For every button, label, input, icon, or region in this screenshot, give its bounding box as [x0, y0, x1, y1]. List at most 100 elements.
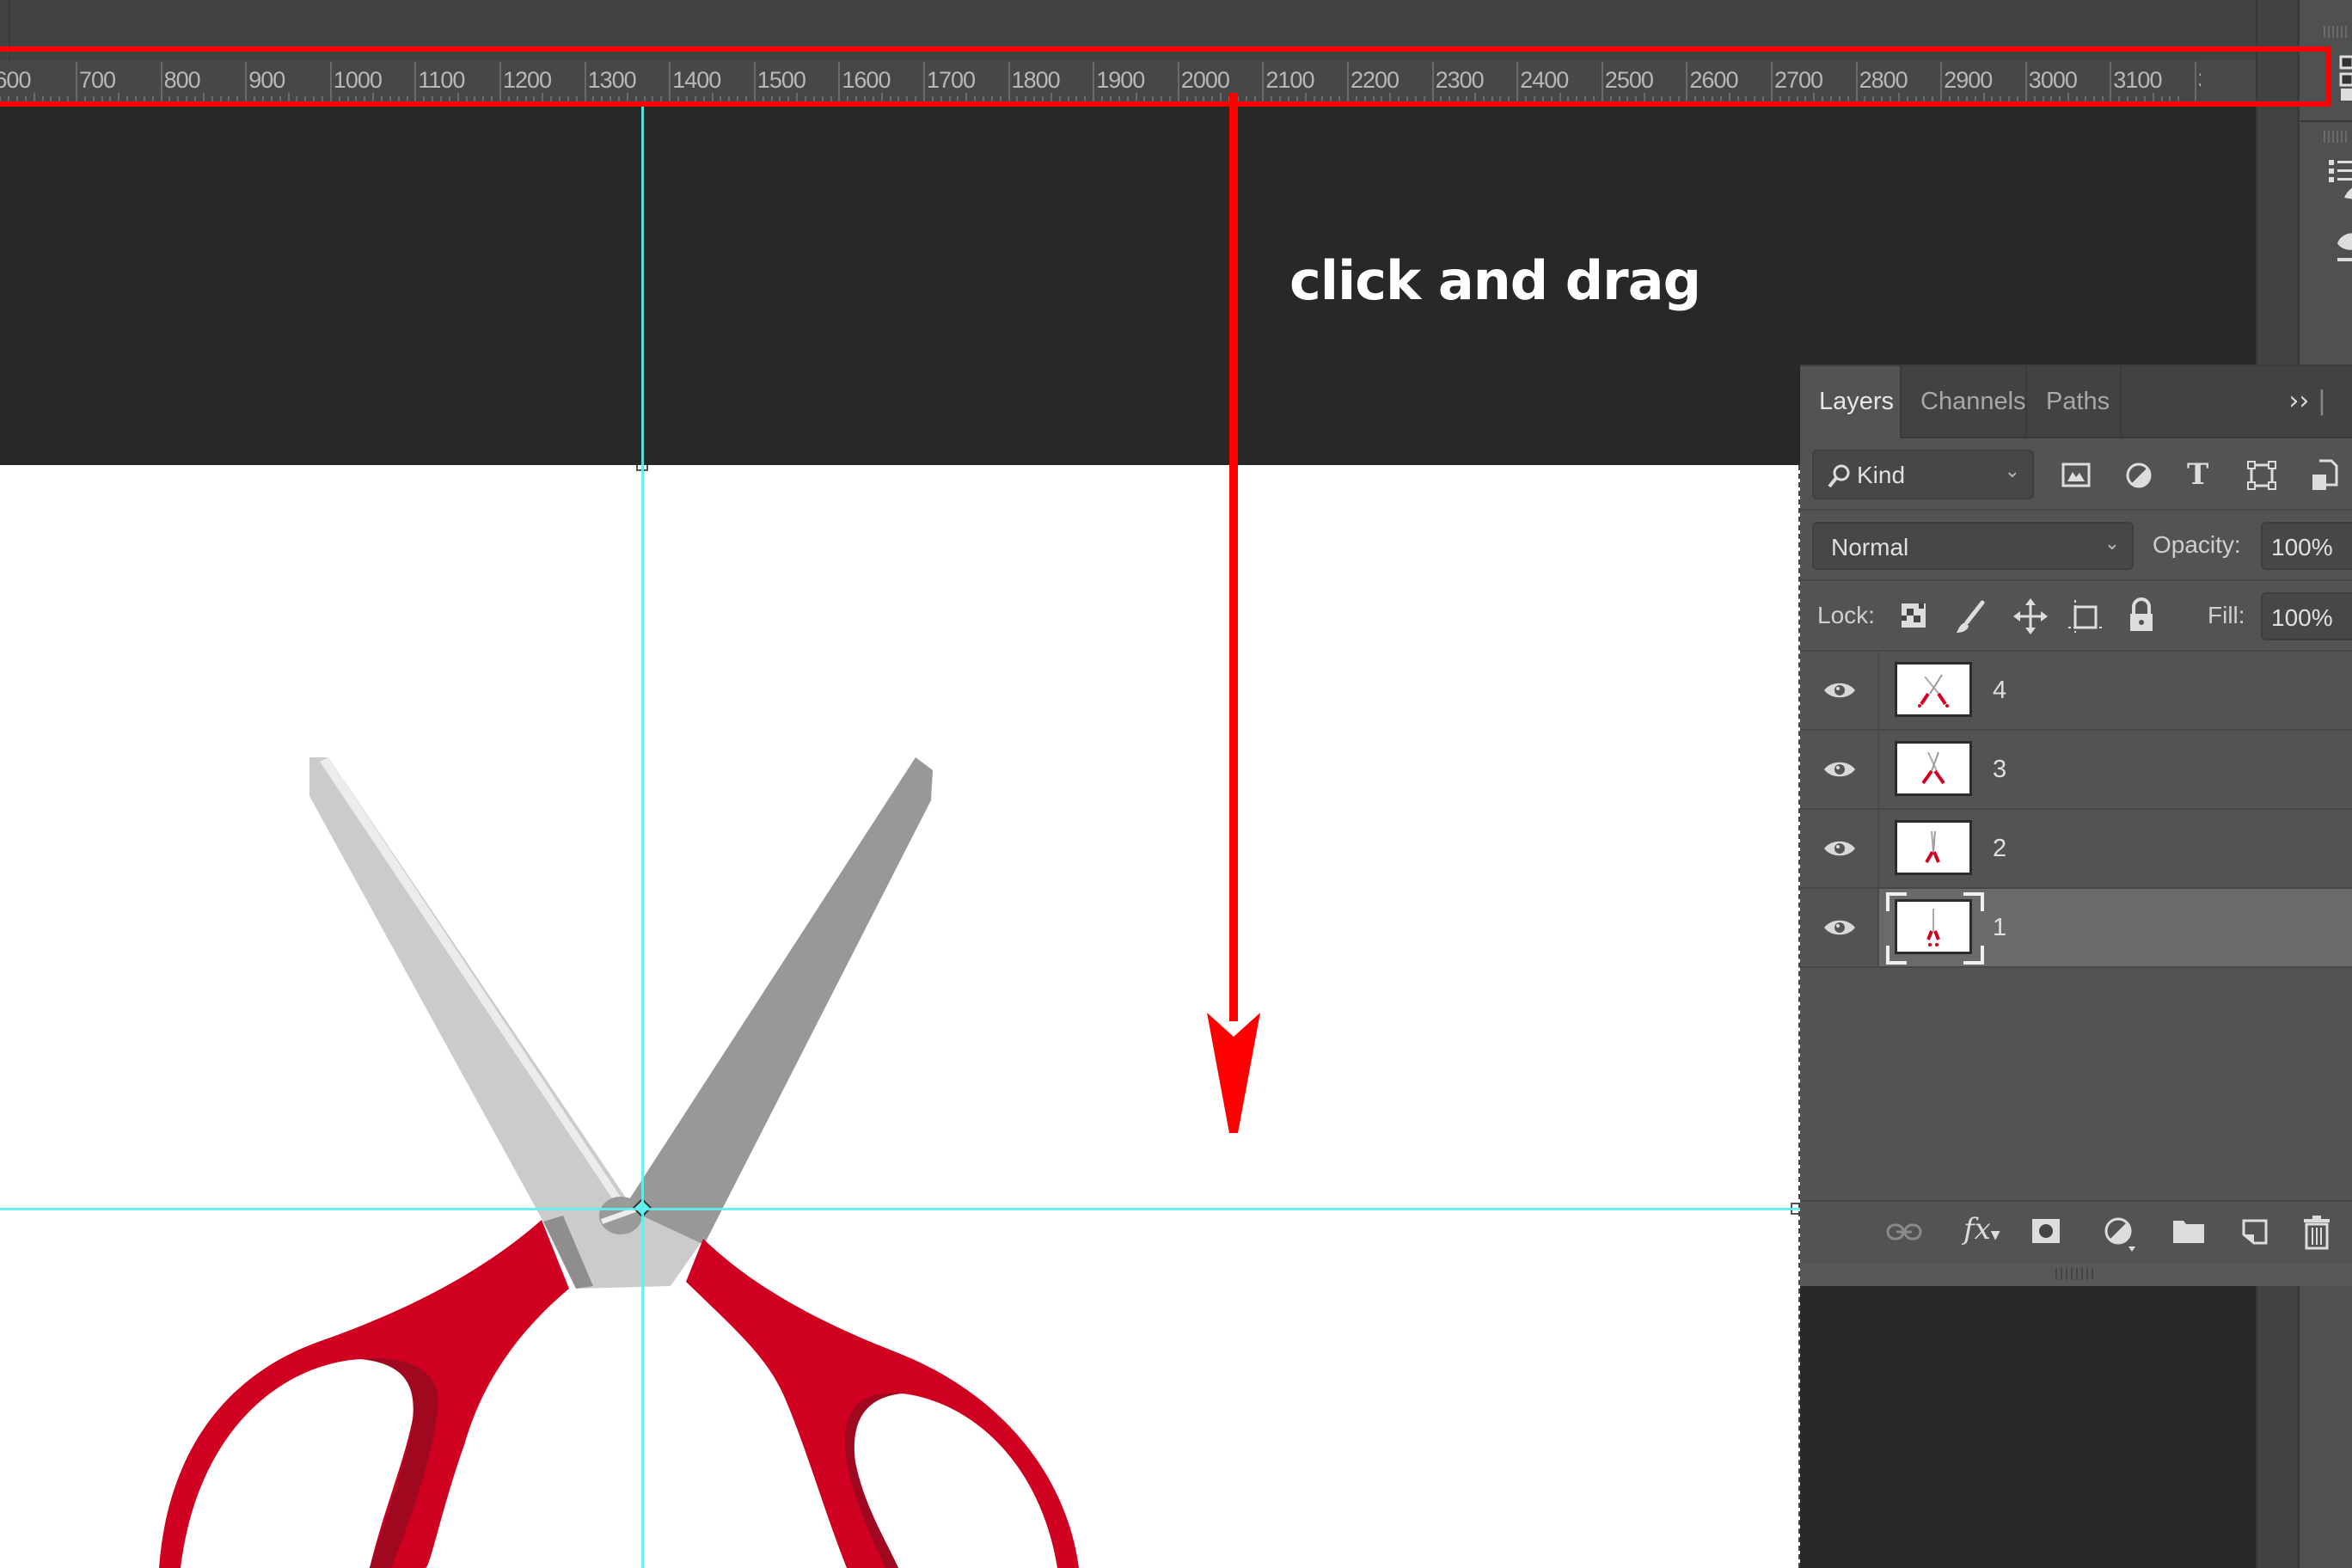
strip-divider: [2300, 120, 2352, 122]
ruler-minor-tick: [796, 93, 799, 105]
ruler-minor-tick: [1457, 96, 1460, 105]
ruler-minor-tick: [779, 96, 781, 105]
layer-row-selected[interactable]: 1: [1800, 889, 2352, 968]
add-mask-icon[interactable]: [2030, 1217, 2061, 1246]
lock-transparent-pixels-icon[interactable]: [1900, 602, 1927, 629]
ruler-minor-tick: [1949, 96, 1951, 105]
swatches-icon[interactable]: [2339, 55, 2352, 101]
ruler-minor-tick: [1822, 96, 1824, 105]
opacity-value: 100%: [2271, 534, 2333, 560]
smart-object-filter-icon[interactable]: [2311, 459, 2340, 493]
visibility-toggle[interactable]: [1800, 652, 1879, 729]
grip-top: [2324, 26, 2347, 38]
fx-icon[interactable]: fx▼: [1963, 1212, 2000, 1246]
horizontal-guide[interactable]: [0, 1208, 1800, 1210]
ruler-minor-tick: [999, 96, 1001, 105]
lock-image-pixels-icon[interactable]: [1955, 600, 1986, 634]
tab-channels[interactable]: Channels: [1902, 366, 2027, 437]
ruler-minor-tick: [1355, 96, 1357, 105]
layer-row[interactable]: 2: [1800, 810, 2352, 889]
adjustment-layer-filter-icon[interactable]: [2125, 461, 2154, 490]
ruler-minor-tick: [2075, 96, 2078, 105]
ruler-minor-tick: [346, 96, 349, 105]
lock-all-icon[interactable]: [2127, 597, 2156, 634]
ruler-minor-tick: [609, 96, 612, 105]
type-layer-filter-icon[interactable]: T: [2187, 457, 2208, 492]
layer-thumbnail: [1895, 662, 1972, 717]
layer-row[interactable]: 3: [1800, 731, 2352, 810]
ruler-minor-tick: [135, 96, 138, 105]
ruler-tick-label: 2900: [1944, 67, 1993, 93]
panel-resize-grip[interactable]: [1800, 1264, 2352, 1286]
ruler-minor-tick: [1567, 96, 1570, 105]
ruler-minor-tick: [634, 96, 637, 105]
visibility-toggle[interactable]: [1800, 889, 1879, 966]
ruler-minor-tick: [1906, 96, 1908, 105]
fill-field[interactable]: 100%: [2261, 592, 2352, 640]
ruler-minor-tick: [550, 96, 553, 105]
ruler-major-tick: [669, 62, 671, 103]
lock-label: Lock:: [1817, 602, 1875, 628]
ruler-minor-tick: [1491, 96, 1493, 105]
opacity-label: Opacity:: [2153, 531, 2241, 558]
ruler-tick-label: 2500: [1604, 67, 1654, 93]
panel-menu-icon[interactable]: ›› |: [2288, 366, 2326, 437]
ruler-tick-label: 1600: [842, 67, 891, 93]
ruler-minor-tick: [2152, 93, 2154, 105]
ruler-minor-tick: [8, 96, 10, 105]
ruler-minor-tick: [1440, 96, 1442, 105]
tab-layers[interactable]: Layers: [1800, 366, 1902, 438]
layer-filter-label: Kind: [1857, 462, 1906, 488]
ruler-minor-tick: [990, 96, 993, 105]
layers-panel: Layers Channels Paths ›› | Kind ⌄ T Norm…: [1800, 364, 2352, 1286]
tab-paths[interactable]: Paths: [2027, 366, 2122, 437]
clone-source-icon[interactable]: [2337, 233, 2352, 261]
ruler-minor-tick: [516, 96, 518, 105]
new-layer-icon[interactable]: [2240, 1217, 2271, 1248]
ruler-tick-label: 1000: [333, 67, 383, 93]
pixel-layer-filter-icon[interactable]: [2061, 462, 2092, 488]
ruler-tick-label: 2400: [1520, 67, 1569, 93]
ruler-minor-tick: [957, 96, 959, 105]
scissors-handle-right: [686, 1239, 1079, 1568]
ruler-minor-tick: [983, 96, 985, 105]
ruler-minor-tick: [2067, 93, 2070, 105]
layer-main[interactable]: 1: [1879, 889, 2352, 966]
ruler-minor-tick: [542, 93, 544, 105]
properties-list-icon[interactable]: [2329, 160, 2352, 182]
layer-main[interactable]: 4: [1879, 652, 2352, 729]
ruler-minor-tick: [1304, 93, 1307, 105]
brush-preset-icon[interactable]: [2344, 187, 2352, 199]
horizontal-ruler[interactable]: 600 700 800 900 1000 1100 1200 1300 1400 1500 1600…: [0, 60, 2295, 107]
ruler-major-tick: [76, 62, 77, 103]
layer-row[interactable]: 4: [1800, 652, 2352, 731]
ruler-minor-tick: [168, 96, 171, 105]
visibility-toggle[interactable]: [1800, 810, 1879, 887]
opacity-field[interactable]: 100%: [2261, 522, 2352, 570]
delete-layer-icon[interactable]: [2302, 1214, 2333, 1250]
link-layers-icon[interactable]: [1886, 1221, 1924, 1243]
new-group-icon[interactable]: [2171, 1217, 2206, 1245]
blend-mode-dropdown[interactable]: Normal ⌄: [1812, 522, 2134, 570]
adjustment-layer-icon[interactable]: [2103, 1216, 2141, 1253]
lock-artboard-icon[interactable]: [2068, 598, 2103, 634]
ruler-minor-tick: [194, 96, 197, 105]
ruler-minor-tick: [287, 93, 290, 105]
ruler-minor-tick: [1779, 96, 1781, 105]
layer-filter-dropdown[interactable]: Kind ⌄: [1812, 450, 2034, 499]
ruler-minor-tick: [1592, 96, 1595, 105]
ruler-minor-tick: [1406, 96, 1409, 105]
ruler-minor-tick: [728, 96, 731, 105]
vertical-guide[interactable]: [641, 107, 644, 1568]
document-canvas[interactable]: [0, 465, 1800, 1568]
lock-position-icon[interactable]: [2013, 598, 2048, 634]
ruler-minor-tick: [92, 96, 95, 105]
ruler-minor-tick: [1135, 93, 1137, 105]
ruler-minor-tick: [830, 96, 832, 105]
layer-main[interactable]: 2: [1879, 810, 2352, 887]
shape-layer-filter-icon[interactable]: [2247, 461, 2276, 490]
ruler-minor-tick: [254, 96, 256, 105]
visibility-toggle[interactable]: [1800, 731, 1879, 808]
layer-main[interactable]: 3: [1879, 731, 2352, 808]
ruler-tick-label: 900: [248, 67, 285, 93]
